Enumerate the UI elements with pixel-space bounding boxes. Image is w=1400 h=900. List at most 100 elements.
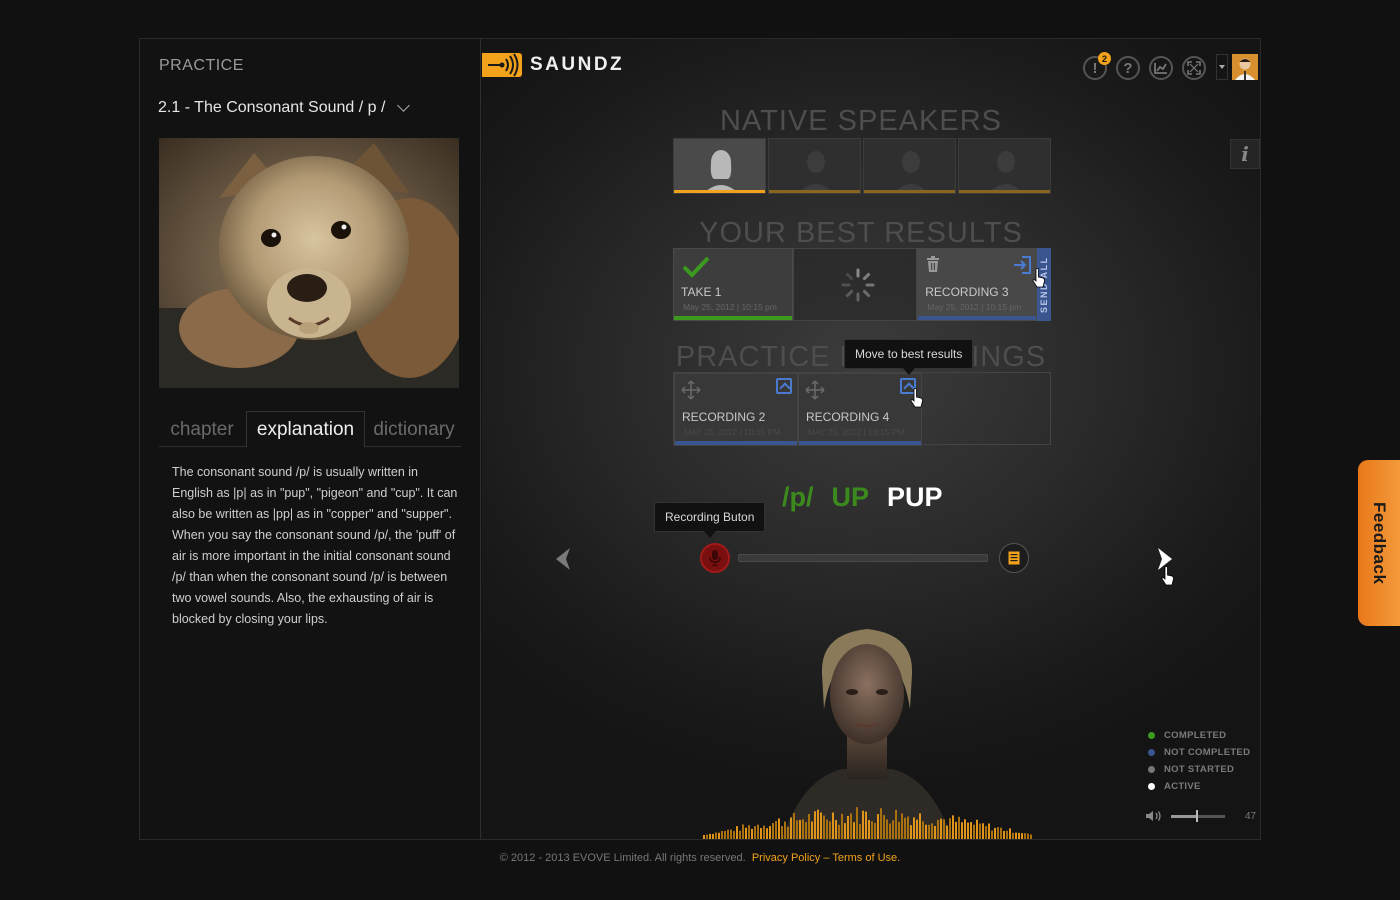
- fullscreen-icon[interactable]: [1182, 56, 1206, 80]
- waveform-bar: [724, 830, 726, 839]
- record-button[interactable]: [700, 543, 730, 573]
- waveform-bar: [811, 821, 813, 839]
- waveform-bar: [835, 820, 837, 839]
- trash-icon[interactable]: [926, 256, 940, 272]
- logo[interactable]: SAUNDZ: [482, 53, 624, 77]
- native-speaker-male-2[interactable]: [863, 138, 956, 194]
- practice-recording-4[interactable]: RECORDING 4 MAY 25, 2012 | 10:15 PM: [798, 373, 922, 446]
- waveform-bar: [862, 810, 864, 839]
- waveform-bar: [967, 822, 969, 839]
- avatar[interactable]: [1232, 54, 1258, 80]
- waveform-bar: [979, 823, 981, 839]
- move-icon[interactable]: [681, 380, 701, 400]
- status-bar-not-completed: [799, 441, 921, 445]
- male-silhouette-icon: [799, 151, 833, 193]
- privacy-policy-link[interactable]: Privacy Policy: [752, 852, 820, 864]
- waveform-bar: [988, 823, 990, 839]
- volume-slider-handle[interactable]: [1196, 809, 1199, 822]
- help-icon[interactable]: ?: [1116, 56, 1140, 80]
- best-result-take-1[interactable]: TAKE 1 May 25, 2012 | 10:15 pm: [673, 248, 793, 321]
- notifications-icon[interactable]: ! 2: [1083, 52, 1111, 80]
- waveform-bar: [898, 821, 900, 839]
- user-menu[interactable]: [1216, 54, 1258, 80]
- waveform-bar: [709, 833, 711, 839]
- alert-glyph: !: [1092, 59, 1098, 77]
- waveform-bar: [985, 826, 987, 839]
- waveform-bar: [928, 824, 930, 839]
- waveform-bar: [922, 821, 924, 839]
- waveform-bar: [973, 824, 975, 839]
- feedback-button[interactable]: Feedback: [1358, 460, 1400, 626]
- legend-item-not-completed: NOT COMPLETED: [1148, 744, 1250, 761]
- waveform-bar: [733, 831, 735, 839]
- legend-label: NOT STARTED: [1164, 764, 1235, 775]
- speaker-bar: [674, 190, 765, 193]
- legend-item-not-started: NOT STARTED: [1148, 761, 1250, 778]
- speaker-bar: [769, 190, 860, 193]
- status-bar-not-completed: [675, 441, 797, 445]
- legend-label: ACTIVE: [1164, 781, 1201, 792]
- tab-chapter[interactable]: chapter: [159, 411, 245, 448]
- hand-cursor-icon: [1161, 566, 1174, 586]
- waveform-bar: [805, 822, 807, 839]
- waveform-bar: [787, 826, 789, 839]
- help-glyph: ?: [1123, 59, 1133, 77]
- native-speaker-male-1[interactable]: [768, 138, 861, 194]
- waveform-bar: [793, 812, 795, 839]
- waveform-bar: [1006, 830, 1008, 839]
- move-icon[interactable]: [805, 380, 825, 400]
- recording-progress-bar[interactable]: [738, 554, 988, 562]
- waveform-bar: [799, 819, 801, 839]
- waveform-bar: [943, 819, 945, 839]
- waveform-bar: [739, 830, 741, 839]
- sidebar-title: PRACTICE: [159, 57, 244, 74]
- waveform-bar: [706, 834, 708, 839]
- waveform-bar: [796, 820, 798, 839]
- legend-dot: [1148, 749, 1155, 756]
- native-speaker-male-3[interactable]: [958, 138, 1051, 194]
- waveform-bar: [910, 825, 912, 839]
- transcript-button[interactable]: [999, 543, 1029, 573]
- waveform-bar: [961, 822, 963, 839]
- waveform-bar: [886, 819, 888, 839]
- waveform-bar: [781, 826, 783, 839]
- waveform-bar: [976, 819, 978, 839]
- terms-of-use-link[interactable]: Terms of Use.: [832, 852, 900, 864]
- recording-date: MAY 25, 2012 | 10:15 PM: [684, 427, 781, 437]
- waveform-bar: [748, 825, 750, 839]
- male-silhouette-icon: [989, 151, 1023, 193]
- recording-date: MAY 25, 2012 | 10:15 PM: [808, 427, 905, 437]
- native-speaker-female[interactable]: [673, 138, 766, 194]
- waveform-bar: [883, 815, 885, 839]
- progress-chart-icon[interactable]: [1149, 56, 1173, 80]
- lesson-select[interactable]: 2.1 - The Consonant Sound / p /: [158, 98, 411, 117]
- chevron-left-icon[interactable]: [550, 546, 576, 572]
- waveform-bar: [718, 832, 720, 839]
- practice-recording-2[interactable]: RECORDING 2 MAY 25, 2012 | 10:15 PM: [674, 373, 798, 446]
- main-panel: SAUNDZ ! 2 ? i NATIVE SPEAKERS YOUR BEST…: [482, 39, 1260, 839]
- waveform-bar: [913, 817, 915, 839]
- check-icon: [682, 256, 710, 278]
- waveform-bar: [784, 821, 786, 839]
- best-result-recording-3[interactable]: RECORDING 3 May 25, 2012 | 10:15 pm: [917, 248, 1037, 321]
- tab-explanation[interactable]: explanation: [246, 411, 365, 448]
- waveform-bar: [841, 813, 843, 839]
- tab-dictionary[interactable]: dictionary: [367, 411, 461, 448]
- notification-badge: 2: [1098, 52, 1111, 65]
- waveform-bar: [727, 829, 729, 839]
- info-icon[interactable]: i: [1230, 139, 1260, 169]
- legend-item-completed: COMPLETED: [1148, 727, 1250, 744]
- speaker-volume-icon[interactable]: [1145, 810, 1163, 822]
- user-dropdown-icon[interactable]: [1216, 54, 1228, 80]
- waveform-bar: [832, 812, 834, 839]
- waveform-bar: [994, 827, 996, 839]
- waveform-bar: [847, 815, 849, 839]
- send-icon[interactable]: [1013, 256, 1031, 274]
- waveform-bar: [712, 833, 714, 839]
- sidebar: PRACTICE 2.1 - The Consonant Sound / p /: [140, 39, 481, 839]
- waveform-bar: [844, 823, 846, 839]
- volume-slider[interactable]: [1171, 809, 1225, 822]
- speaker-bar: [959, 190, 1050, 193]
- waveform-bar: [889, 823, 891, 839]
- promote-icon[interactable]: [776, 378, 792, 394]
